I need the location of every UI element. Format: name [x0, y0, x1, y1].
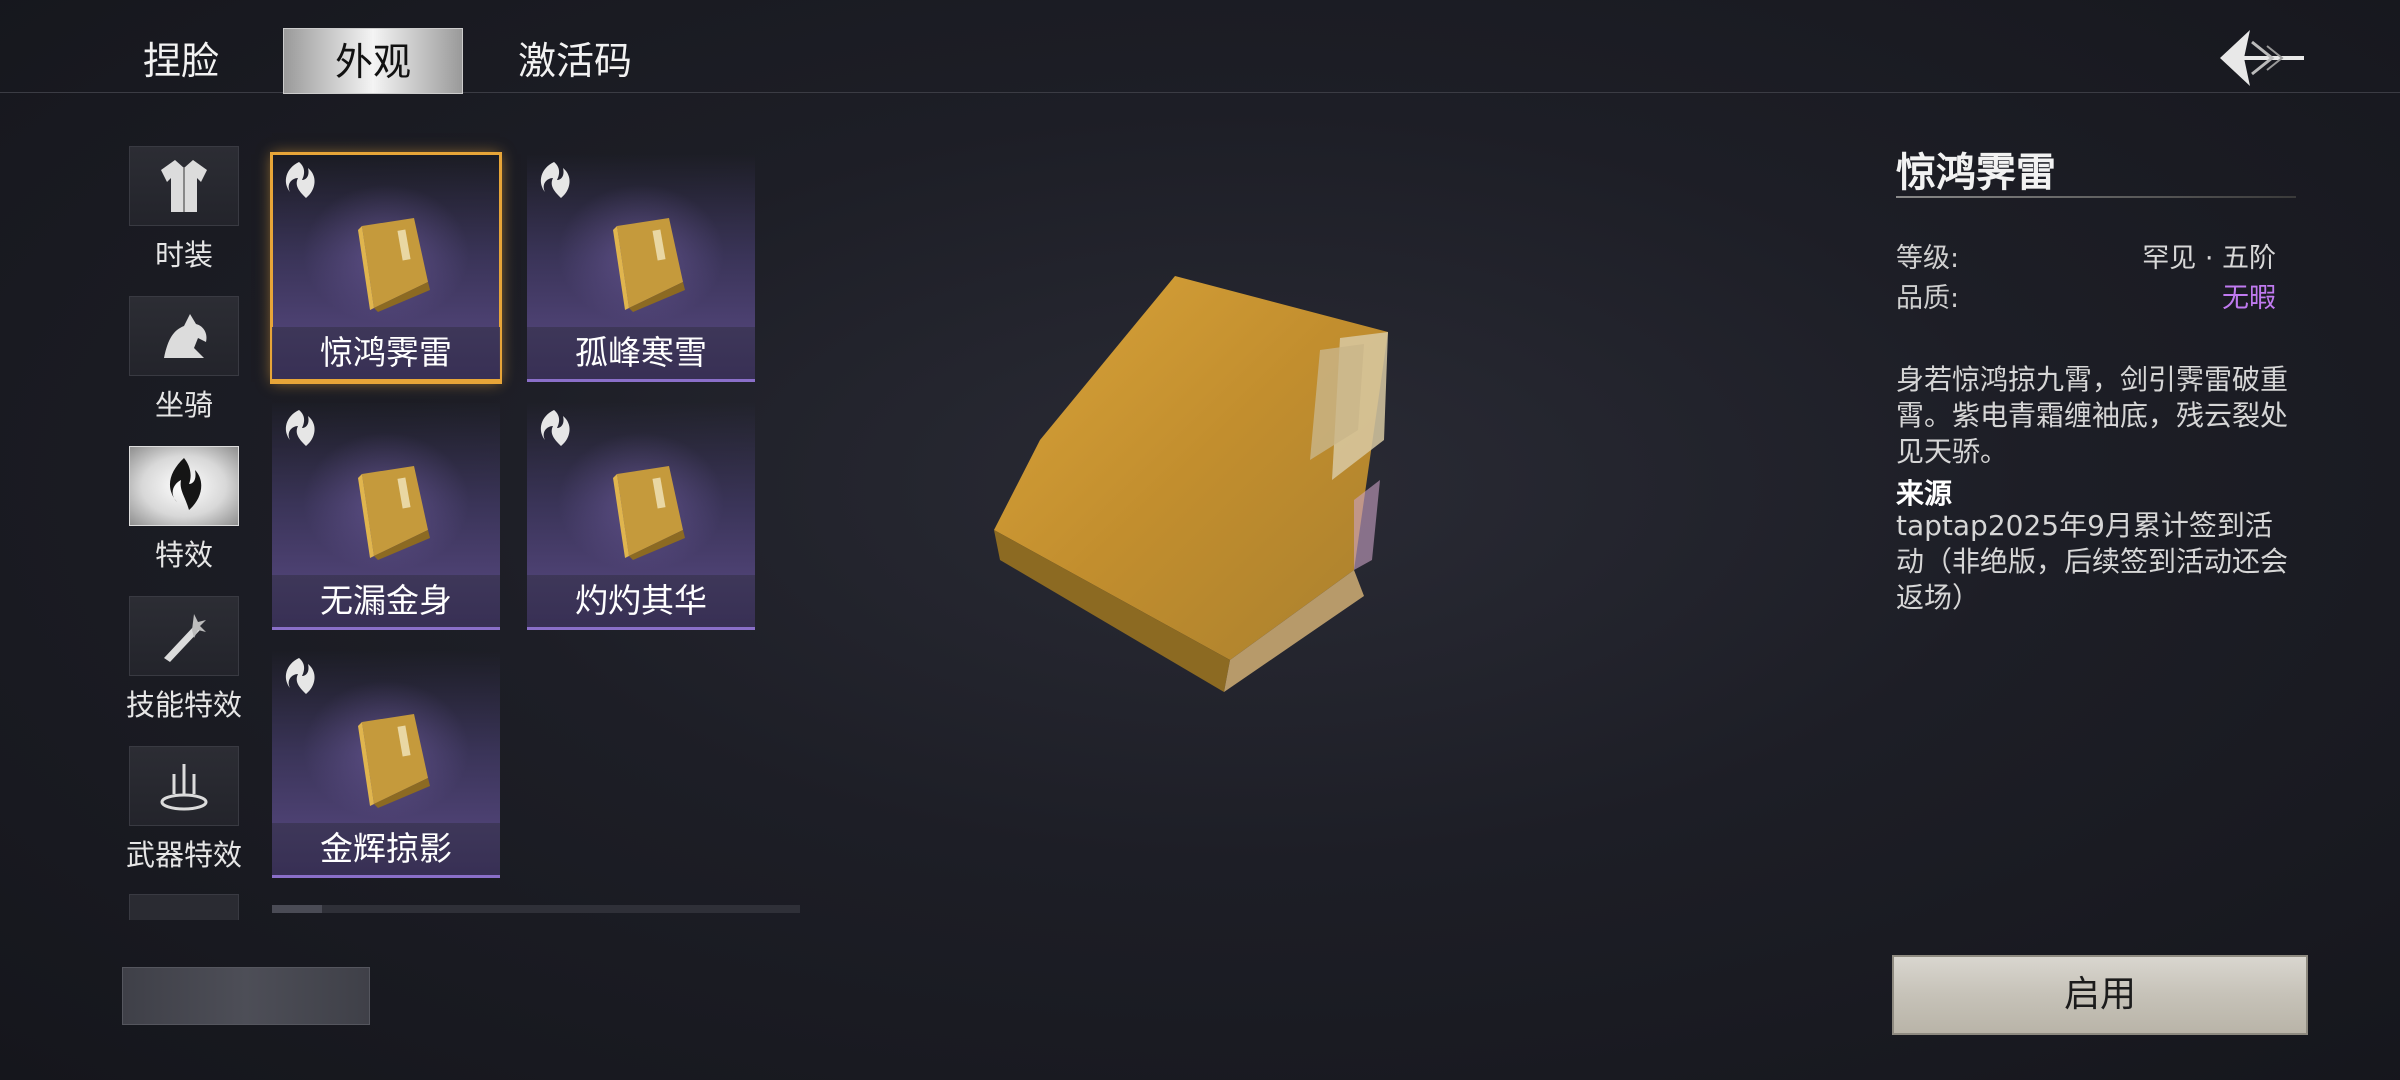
level-value: 罕见 · 五阶: [2142, 243, 2276, 274]
back-arrow-icon: [2220, 30, 2304, 86]
back-button[interactable]: [2212, 22, 2312, 94]
quality-value: 无暇: [2222, 283, 2276, 314]
category-skill-effects[interactable]: 技能特效: [122, 596, 246, 724]
bottom-left-button[interactable]: [122, 967, 370, 1025]
category-label: 时装: [154, 238, 213, 272]
item-card[interactable]: 金辉掠影: [272, 650, 500, 878]
book-icon: [358, 218, 430, 312]
quality-row: 品质: 无暇: [1896, 276, 2276, 315]
book-icon: [613, 466, 685, 560]
category-effects[interactable]: 特效: [122, 446, 246, 574]
item-preview-book: [994, 276, 1388, 692]
source-heading: 来源: [1896, 477, 1953, 510]
category-fashion[interactable]: 时装: [122, 146, 246, 274]
effect-badge-icon: [285, 658, 315, 694]
level-row: 等级: 罕见 · 五阶: [1896, 236, 2276, 275]
tab-appearance[interactable]: 外观: [283, 28, 463, 94]
item-card[interactable]: 惊鸿霁雷: [270, 152, 502, 384]
category-more-icon-box: [129, 894, 239, 920]
title-divider: [1896, 196, 2296, 198]
item-description: 身若惊鸿掠九霄，剑引霁雷破重霄。紫电青霜缠袖底，残云裂处见天骄。: [1896, 363, 2289, 468]
book-icon: [358, 466, 430, 560]
grid-scrollbar-track[interactable]: [272, 905, 800, 913]
item-name: 无漏金身: [272, 575, 500, 630]
robe-icon: [129, 146, 239, 226]
category-label: 技能特效: [125, 688, 242, 722]
category-label: 武器特效: [125, 838, 242, 872]
book-icon: [358, 714, 430, 808]
item-title: 惊鸿霁雷: [1896, 150, 2056, 196]
category-label: 坐骑: [154, 388, 213, 422]
item-card[interactable]: 灼灼其华: [527, 402, 755, 630]
category-more[interactable]: [129, 894, 239, 920]
item-card[interactable]: 无漏金身: [272, 402, 500, 630]
item-name: 惊鸿霁雷: [272, 327, 500, 382]
top-bar: 捏脸 外观 激活码: [0, 0, 2400, 94]
category-weapon-effects[interactable]: 武器特效: [122, 746, 246, 874]
tab-activation-code[interactable]: 激活码: [515, 28, 635, 94]
item-card[interactable]: 孤峰寒雪: [527, 154, 755, 382]
horse-icon: [129, 296, 239, 376]
use-button[interactable]: 启用: [1892, 955, 2308, 1035]
item-name: 金辉掠影: [272, 823, 500, 878]
book-icon: [613, 218, 685, 312]
effect-badge-icon: [540, 410, 570, 446]
tab-face[interactable]: 捏脸: [140, 28, 222, 94]
effect-badge-icon: [540, 162, 570, 198]
weapon-aura-icon: [129, 746, 239, 826]
category-mount[interactable]: 坐骑: [122, 296, 246, 424]
effect-badge-icon: [285, 162, 315, 198]
item-name: 孤峰寒雪: [527, 327, 755, 382]
sword-spark-icon: [129, 596, 239, 676]
quality-label: 品质:: [1896, 283, 1960, 314]
source-text: taptap2025年9月累计签到活动（非绝版，后续签到活动还会返场）: [1896, 509, 2289, 614]
effect-badge-icon: [285, 410, 315, 446]
grid-scrollbar-thumb[interactable]: [272, 905, 322, 913]
effect-flame-icon: [129, 446, 239, 526]
level-label: 等级:: [1896, 243, 1960, 274]
item-name: 灼灼其华: [527, 575, 755, 630]
category-label: 特效: [154, 538, 213, 572]
